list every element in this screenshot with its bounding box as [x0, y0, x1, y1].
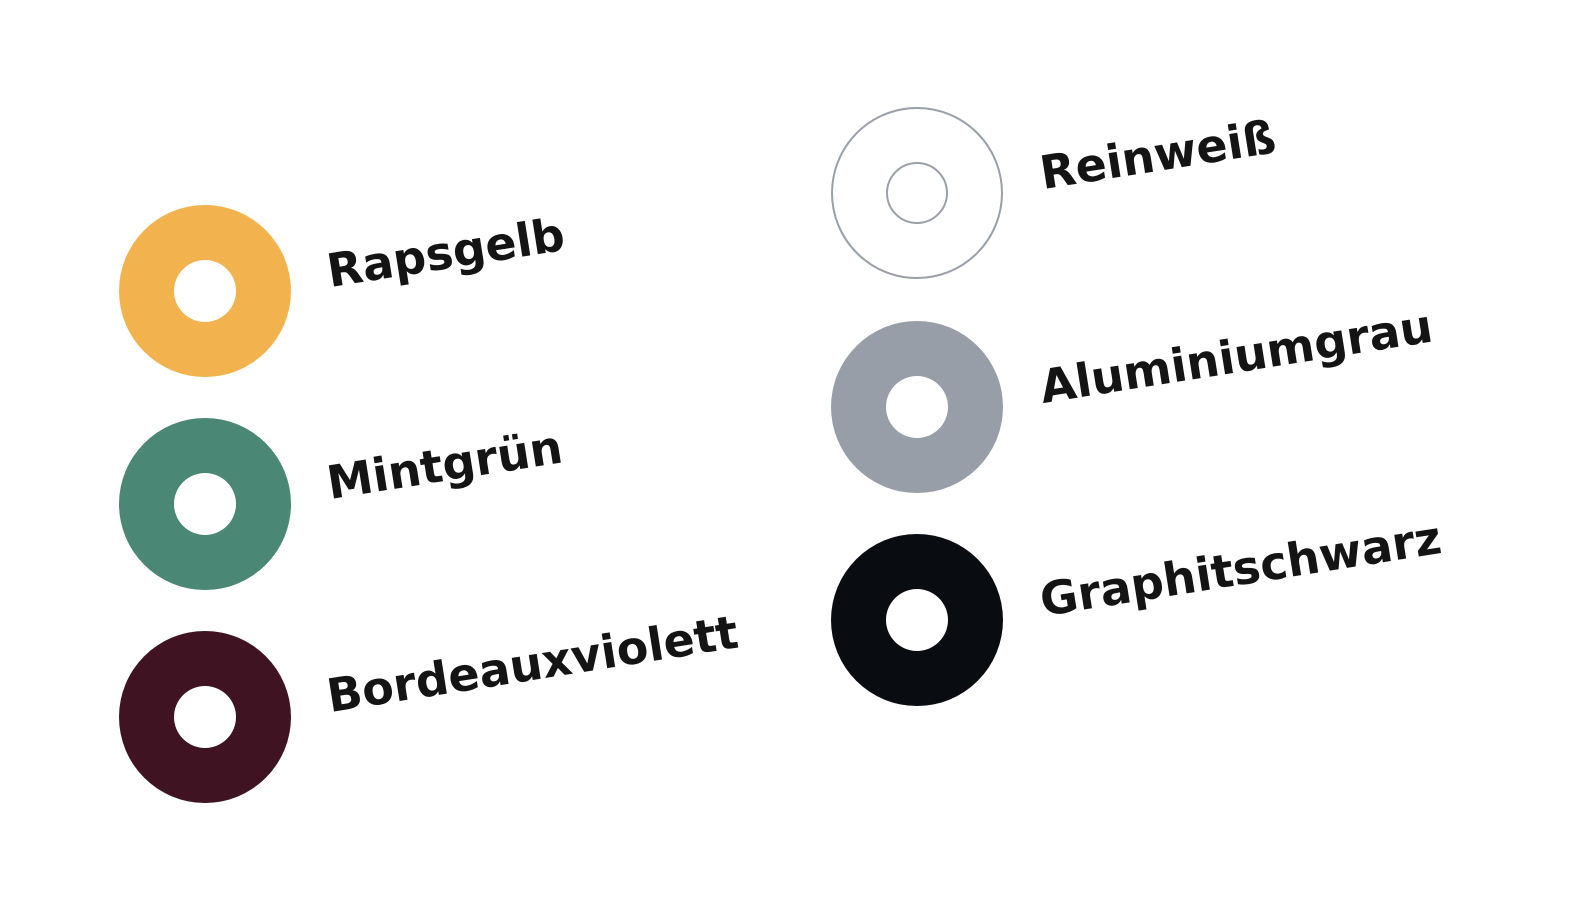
swatch-hole — [886, 376, 948, 438]
color-label-rapsgelb: Rapsgelb — [323, 207, 569, 298]
swatch-bordeauxviolett — [119, 631, 291, 803]
swatch-hole — [174, 260, 236, 322]
swatch-rapsgelb — [119, 205, 291, 377]
swatch-graphitschwarz — [831, 534, 1003, 706]
swatch-reinweiss — [831, 107, 1003, 279]
swatch-mintgruen — [119, 418, 291, 590]
color-label-aluminiumgrau: Aluminiumgrau — [1036, 298, 1437, 414]
color-label-mintgruen: Mintgrün — [323, 419, 567, 510]
color-label-reinweiss: Reinweiß — [1036, 109, 1280, 200]
swatch-aluminiumgrau — [831, 321, 1003, 493]
swatch-hole — [174, 473, 236, 535]
swatch-hole — [886, 162, 948, 224]
color-label-graphitschwarz: Graphitschwarz — [1036, 510, 1445, 627]
color-label-bordeauxviolett: Bordeauxviolett — [323, 604, 742, 723]
swatch-hole — [886, 589, 948, 651]
swatch-hole — [174, 686, 236, 748]
